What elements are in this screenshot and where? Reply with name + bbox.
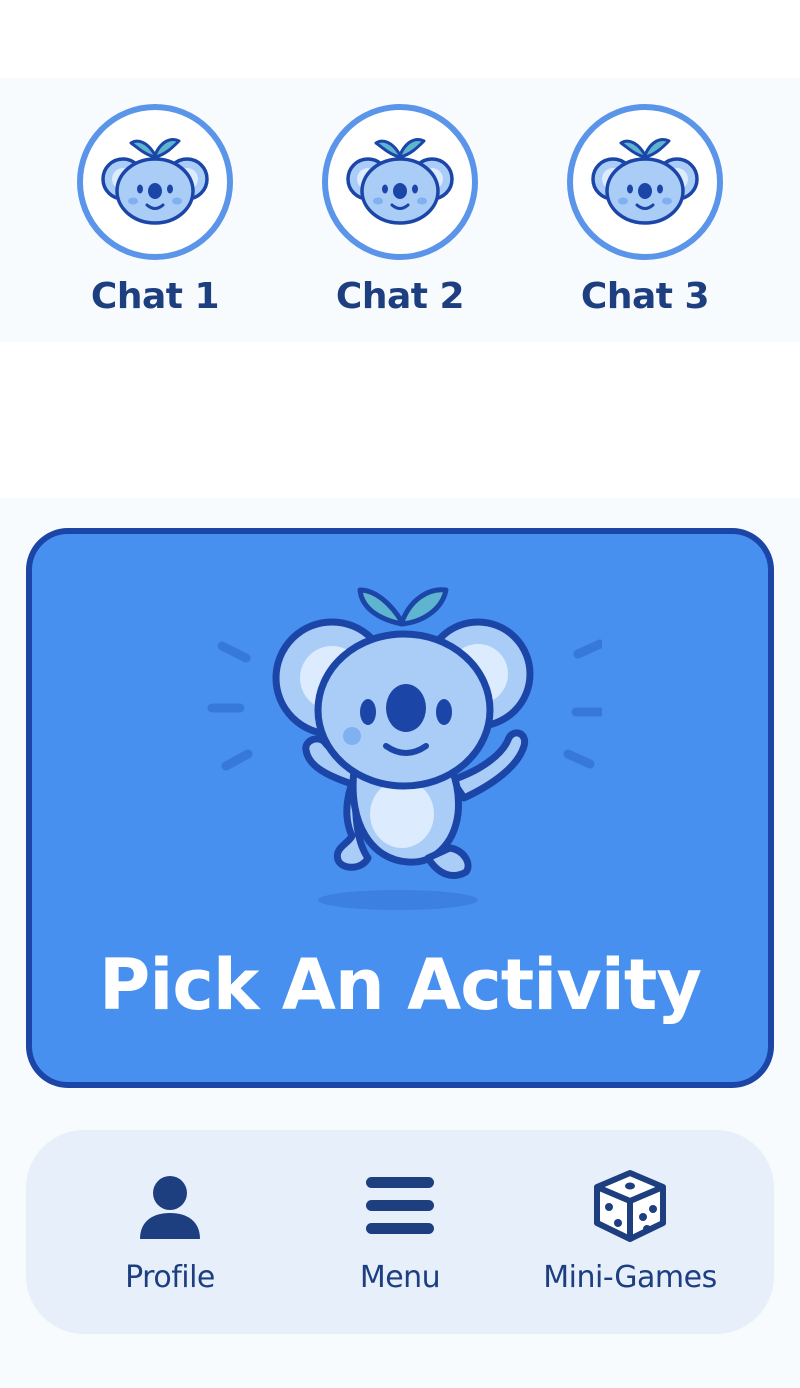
pick-activity-button[interactable]: Pick An Activity bbox=[26, 528, 774, 1088]
dancing-koala-icon bbox=[207, 587, 602, 910]
user-icon bbox=[130, 1166, 210, 1246]
activity-title: Pick An Activity bbox=[99, 944, 702, 1026]
chat-item-1[interactable]: Chat 1 bbox=[55, 104, 255, 334]
hamburger-menu-icon bbox=[360, 1166, 440, 1246]
dice-icon bbox=[590, 1166, 670, 1246]
chat-item-3[interactable]: Chat 3 bbox=[545, 104, 745, 334]
bottom-navigation: Profile Menu Mini-Games bbox=[26, 1130, 774, 1334]
nav-label: Menu bbox=[359, 1260, 441, 1295]
koala-icon bbox=[591, 138, 699, 225]
chat-label: Chat 3 bbox=[580, 276, 710, 317]
koala-icon bbox=[346, 138, 454, 225]
koala-icon bbox=[101, 138, 209, 225]
chat-list: Chat 1 Chat 2 Chat 3 bbox=[0, 78, 800, 342]
chat-avatar bbox=[567, 104, 723, 260]
nav-profile[interactable]: Profile bbox=[110, 1166, 230, 1296]
chat-label: Chat 2 bbox=[335, 276, 465, 317]
chat-avatar bbox=[77, 104, 233, 260]
app-screen: Chat 1 Chat 2 Chat 3 Pick An Activity Pr… bbox=[0, 0, 800, 1388]
nav-menu[interactable]: Menu bbox=[340, 1166, 460, 1296]
nav-label: Mini-Games bbox=[543, 1260, 717, 1295]
chat-avatar bbox=[322, 104, 478, 260]
nav-label: Profile bbox=[125, 1260, 215, 1295]
chat-item-2[interactable]: Chat 2 bbox=[300, 104, 500, 334]
chat-label: Chat 1 bbox=[90, 276, 220, 317]
nav-mini-games[interactable]: Mini-Games bbox=[530, 1166, 730, 1296]
